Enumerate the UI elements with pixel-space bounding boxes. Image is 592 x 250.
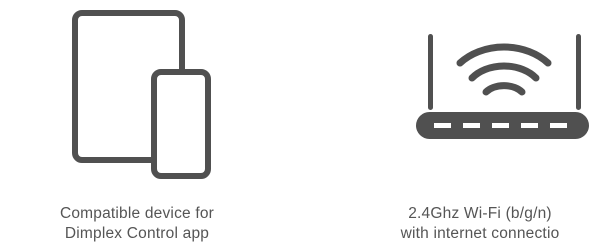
wifi-caption-line-1: 2.4Ghz Wi-Fi (b/g/n) <box>408 205 552 222</box>
device-caption-line-1: Compatible device for <box>59 205 215 222</box>
tablet-and-phone-icon <box>72 10 211 179</box>
wifi-caption-line-2: with internet connectio <box>400 225 560 242</box>
wifi-caption: 2.4Ghz Wi-Fi (b/g/n) with internet conne… <box>310 204 592 244</box>
device-caption-line-2: Dimplex Control app <box>64 225 210 242</box>
requirement-wifi: 2.4Ghz Wi-Fi (b/g/n) with internet conne… <box>300 0 592 250</box>
requirement-device: Compatible device for Dimplex Control ap… <box>0 0 290 250</box>
wifi-router-icon <box>416 34 589 139</box>
device-caption: Compatible device for Dimplex Control ap… <box>0 204 274 244</box>
